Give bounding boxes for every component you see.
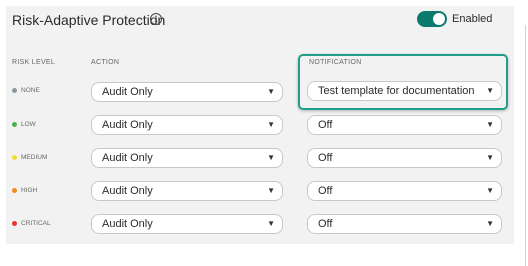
risk-level-label: CRITICAL xyxy=(21,220,51,227)
dropdown-arrow-icon: ▼ xyxy=(267,219,275,228)
scrollbar-track xyxy=(525,25,526,266)
info-icon[interactable]: i xyxy=(150,13,162,25)
dropdown-arrow-icon: ▼ xyxy=(267,87,275,96)
select-value: Audit Only xyxy=(102,218,153,230)
notification-select-low[interactable]: Off ▼ xyxy=(307,115,502,135)
dropdown-arrow-icon: ▼ xyxy=(486,153,494,162)
select-value: Audit Only xyxy=(102,185,153,197)
notification-select-medium[interactable]: Off ▼ xyxy=(307,148,502,168)
select-value: Off xyxy=(318,218,333,230)
select-value: Audit Only xyxy=(102,86,153,98)
enabled-toggle[interactable] xyxy=(417,11,447,27)
risk-level-label: NONE xyxy=(21,87,40,94)
column-header-risk-level: RISK LEVEL xyxy=(12,59,56,66)
action-select-none[interactable]: Audit Only ▼ xyxy=(91,82,283,102)
dropdown-arrow-icon: ▼ xyxy=(486,186,494,195)
risk-level-label: LOW xyxy=(21,121,36,128)
risk-level-label: MEDIUM xyxy=(21,154,48,161)
notification-select-high[interactable]: Off ▼ xyxy=(307,181,502,201)
section-title: Risk-Adaptive Protection xyxy=(12,12,166,28)
status-dot xyxy=(12,155,17,160)
select-value: Audit Only xyxy=(102,119,153,131)
status-dot xyxy=(12,188,17,193)
action-select-low[interactable]: Audit Only ▼ xyxy=(91,115,283,135)
risk-level-critical: CRITICAL xyxy=(12,220,51,227)
risk-level-high: HIGH xyxy=(12,187,37,194)
notification-highlight-callout xyxy=(298,54,508,110)
status-dot xyxy=(12,221,17,226)
action-select-critical[interactable]: Audit Only ▼ xyxy=(91,214,283,234)
dropdown-arrow-icon: ▼ xyxy=(486,120,494,129)
status-dot xyxy=(12,122,17,127)
select-value: Off xyxy=(318,185,333,197)
dropdown-arrow-icon: ▼ xyxy=(267,153,275,162)
select-value: Off xyxy=(318,119,333,131)
dropdown-arrow-icon: ▼ xyxy=(267,186,275,195)
action-select-medium[interactable]: Audit Only ▼ xyxy=(91,148,283,168)
toggle-label: Enabled xyxy=(452,13,493,25)
toggle-knob xyxy=(433,13,445,25)
dropdown-arrow-icon: ▼ xyxy=(486,219,494,228)
risk-level-medium: MEDIUM xyxy=(12,154,47,161)
risk-level-label: HIGH xyxy=(21,187,38,194)
notification-select-critical[interactable]: Off ▼ xyxy=(307,214,502,234)
column-header-action: ACTION xyxy=(91,59,120,66)
status-dot xyxy=(12,88,17,93)
select-value: Audit Only xyxy=(102,152,153,164)
risk-level-none: NONE xyxy=(12,87,40,94)
risk-level-low: LOW xyxy=(12,121,36,128)
select-value: Off xyxy=(318,152,333,164)
action-select-high[interactable]: Audit Only ▼ xyxy=(91,181,283,201)
dropdown-arrow-icon: ▼ xyxy=(267,120,275,129)
